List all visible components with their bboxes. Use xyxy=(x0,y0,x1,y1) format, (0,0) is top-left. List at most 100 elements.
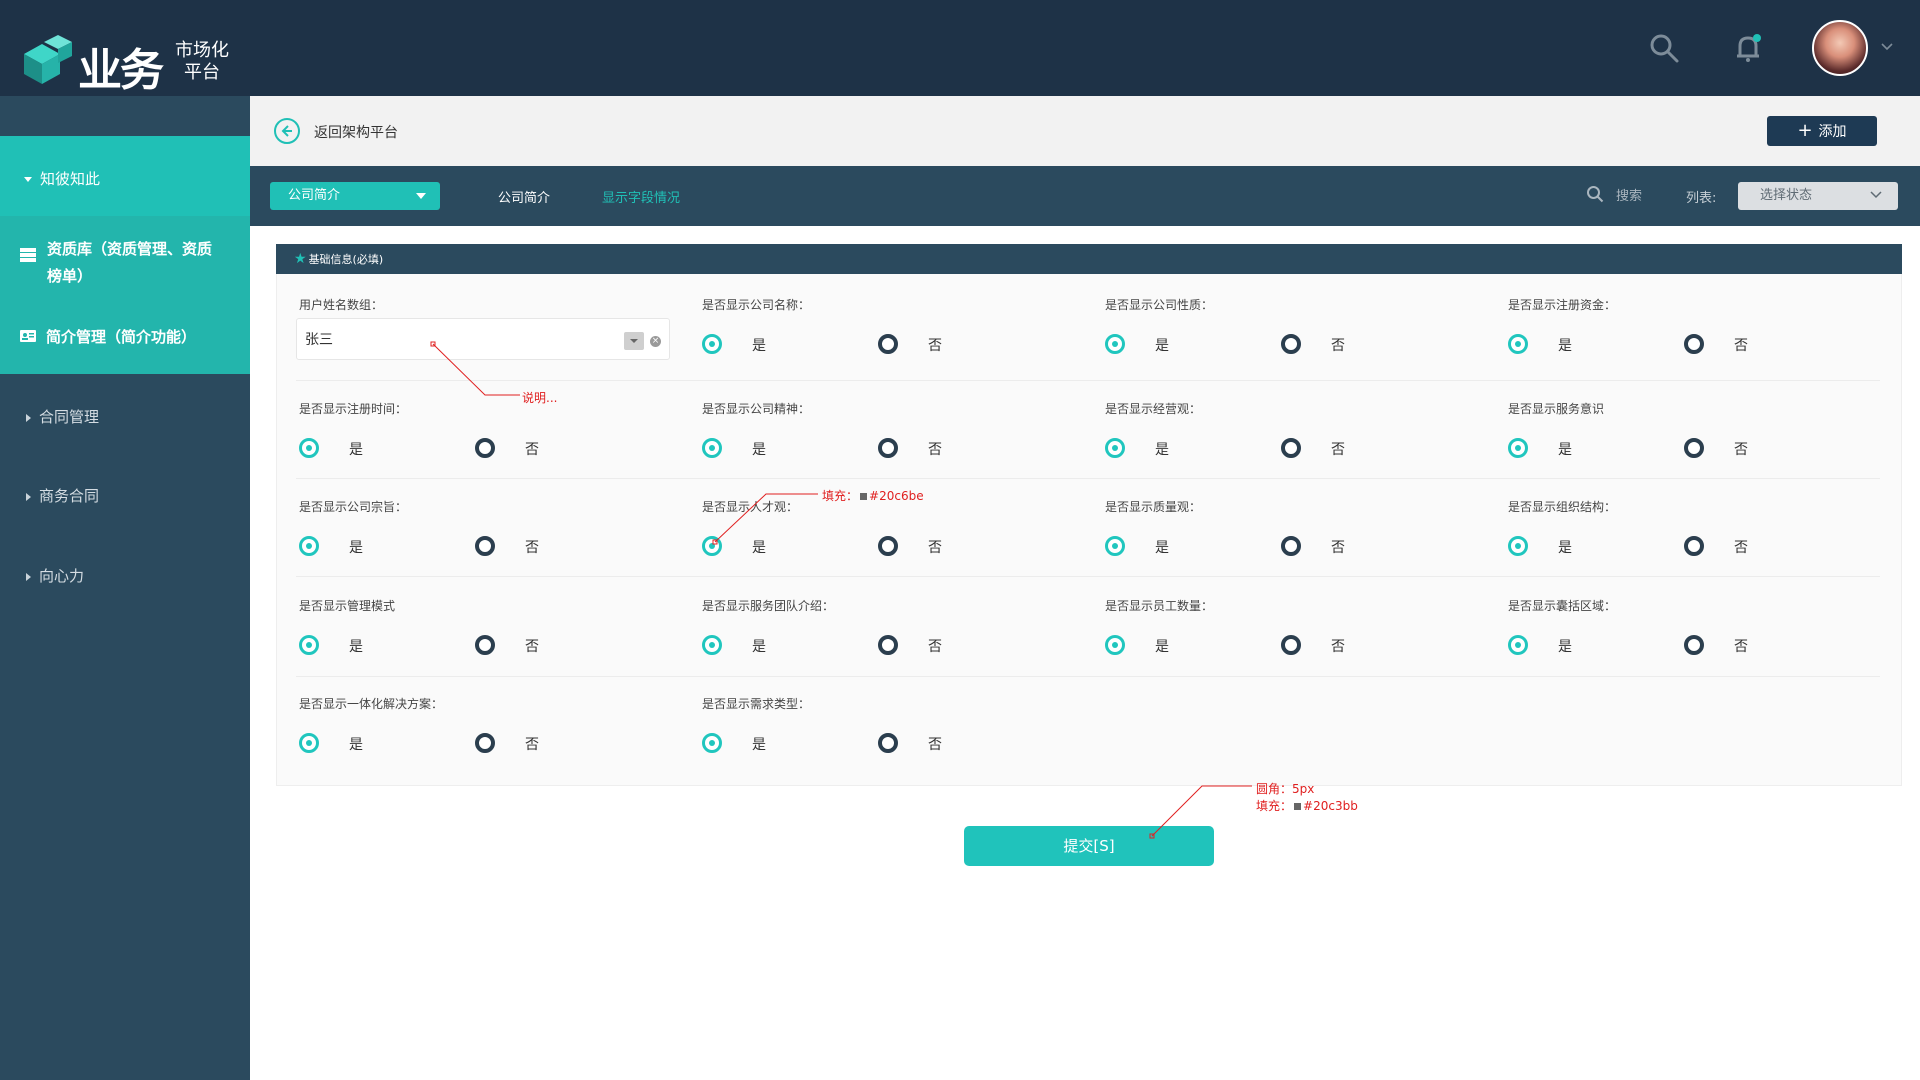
radio-yes-label: 是 xyxy=(752,540,766,556)
field-label: 是否显示管理模式 xyxy=(299,599,396,613)
sidebar-item-label: 商务合同 xyxy=(39,487,100,505)
field-label: 是否显示人才观： xyxy=(702,500,799,514)
sidebar-item-zhibizhici[interactable]: 知彼知此 xyxy=(0,168,250,189)
radio-no[interactable] xyxy=(878,536,898,556)
logo-subtitle: 市场化 平台 xyxy=(175,40,229,84)
field-label: 是否显示注册时间： xyxy=(299,402,408,416)
annotation-radio-fill-color: #20c6be xyxy=(869,489,924,503)
field-label: 是否显示一体化解决方案： xyxy=(299,697,444,711)
radio-no[interactable] xyxy=(1281,334,1301,354)
clear-icon[interactable]: × xyxy=(650,336,661,347)
radio-yes[interactable] xyxy=(702,334,722,354)
breadcrumb: 返回架构平台 + 添加 xyxy=(250,96,1920,166)
name-input[interactable]: 张三 xyxy=(296,318,670,360)
radio-no[interactable] xyxy=(1684,334,1704,354)
radio-no[interactable] xyxy=(1684,536,1704,556)
radio-no[interactable] xyxy=(1281,536,1301,556)
section-header: ★ 基础信息(必填) xyxy=(276,244,1902,274)
radio-yes[interactable] xyxy=(299,438,319,458)
radio-yes-label: 是 xyxy=(752,442,766,458)
status-select[interactable]: 选择状态 xyxy=(1738,182,1898,210)
annotation-radio-fill-label: 填充： xyxy=(822,489,859,503)
sidebar-item-business-contract[interactable]: 商务合同 xyxy=(0,485,250,506)
radio-no[interactable] xyxy=(878,635,898,655)
field-label: 是否显示公司宗旨： xyxy=(299,500,408,514)
radio-no[interactable] xyxy=(475,438,495,458)
radio-yes[interactable] xyxy=(299,635,319,655)
radio-yes[interactable] xyxy=(702,635,722,655)
radio-yes-label: 是 xyxy=(349,737,363,753)
radio-no[interactable] xyxy=(878,438,898,458)
radio-yes[interactable] xyxy=(702,438,722,458)
radio-yes-label: 是 xyxy=(1558,338,1572,354)
sidebar-item-label: 向心力 xyxy=(39,567,85,585)
server-icon xyxy=(20,248,36,262)
submit-button[interactable]: 提交[S] xyxy=(964,826,1214,866)
radio-yes-label: 是 xyxy=(349,442,363,458)
sidebar-item-contract-mgmt[interactable]: 合同管理 xyxy=(0,406,250,427)
tab-field-display[interactable]: 显示字段情况 xyxy=(602,187,680,206)
field-label: 是否显示服务意识 xyxy=(1508,402,1605,416)
radio-yes-label: 是 xyxy=(349,639,363,655)
section-title: 基础信息(必填) xyxy=(308,253,384,266)
search-icon[interactable] xyxy=(1648,32,1680,64)
sidebar-item-qualification[interactable]: 资质库（资质管理、资质 榜单） xyxy=(0,236,250,290)
category-select[interactable]: 公司简介 xyxy=(270,182,440,210)
logo-cube-icon xyxy=(24,35,72,84)
radio-yes[interactable] xyxy=(299,733,319,753)
caret-right-icon xyxy=(26,572,31,581)
radio-yes[interactable] xyxy=(1105,635,1125,655)
radio-no[interactable] xyxy=(1281,438,1301,458)
radio-no[interactable] xyxy=(475,536,495,556)
radio-yes[interactable] xyxy=(702,536,722,556)
add-button[interactable]: + 添加 xyxy=(1767,116,1877,146)
radio-yes[interactable] xyxy=(299,536,319,556)
back-link-label[interactable]: 返回架构平台 xyxy=(314,122,398,142)
dropdown-toggle[interactable] xyxy=(624,332,644,350)
row-divider xyxy=(296,380,1880,381)
field-label: 是否显示员工数量： xyxy=(1105,599,1214,613)
radio-no[interactable] xyxy=(475,635,495,655)
chevron-down-icon[interactable] xyxy=(1880,40,1894,54)
sidebar-item-intro[interactable]: 简介管理（简介功能） xyxy=(0,326,250,347)
radio-no[interactable] xyxy=(1684,635,1704,655)
caret-right-icon xyxy=(26,413,31,422)
field-label: 是否显示组织结构： xyxy=(1508,500,1617,514)
tab-company-intro[interactable]: 公司简介 xyxy=(498,187,550,206)
user-avatar[interactable] xyxy=(1812,20,1868,76)
caret-down-icon xyxy=(416,193,426,199)
back-button[interactable] xyxy=(274,118,300,144)
radio-yes[interactable] xyxy=(702,733,722,753)
search-icon[interactable] xyxy=(1586,185,1604,203)
logo-subtitle-line2: 平台 xyxy=(184,62,220,83)
sidebar-item-label: 知彼知此 xyxy=(40,170,101,188)
row-divider xyxy=(296,576,1880,577)
status-select-placeholder: 选择状态 xyxy=(1760,188,1813,203)
radio-yes[interactable] xyxy=(1105,536,1125,556)
radio-no[interactable] xyxy=(1281,635,1301,655)
caret-down-icon xyxy=(24,177,32,182)
sidebar-item-xiangxinli[interactable]: 向心力 xyxy=(0,565,250,586)
radio-no-label: 否 xyxy=(1331,540,1345,556)
radio-no-label: 否 xyxy=(525,639,539,655)
radio-yes[interactable] xyxy=(1508,438,1528,458)
notification-bell-icon[interactable] xyxy=(1732,32,1764,64)
arrow-left-icon xyxy=(281,125,292,137)
app-logo[interactable]: 业务 市场化 平台 xyxy=(20,34,240,96)
radio-no[interactable] xyxy=(878,334,898,354)
radio-yes[interactable] xyxy=(1105,334,1125,354)
id-card-icon xyxy=(20,330,36,342)
radio-yes[interactable] xyxy=(1508,635,1528,655)
radio-yes[interactable] xyxy=(1105,438,1125,458)
name-field-label: 用户姓名数组： xyxy=(299,298,384,312)
add-button-label: 添加 xyxy=(1818,124,1847,140)
radio-no[interactable] xyxy=(1684,438,1704,458)
radio-yes[interactable] xyxy=(1508,536,1528,556)
radio-yes-label: 是 xyxy=(1558,442,1572,458)
annotation-radius: 圆角：5px xyxy=(1256,782,1315,796)
radio-yes[interactable] xyxy=(1508,334,1528,354)
sidebar-item-label: 榜单） xyxy=(47,267,93,285)
radio-no[interactable] xyxy=(878,733,898,753)
radio-no[interactable] xyxy=(475,733,495,753)
search-label[interactable]: 搜索 xyxy=(1616,185,1642,204)
